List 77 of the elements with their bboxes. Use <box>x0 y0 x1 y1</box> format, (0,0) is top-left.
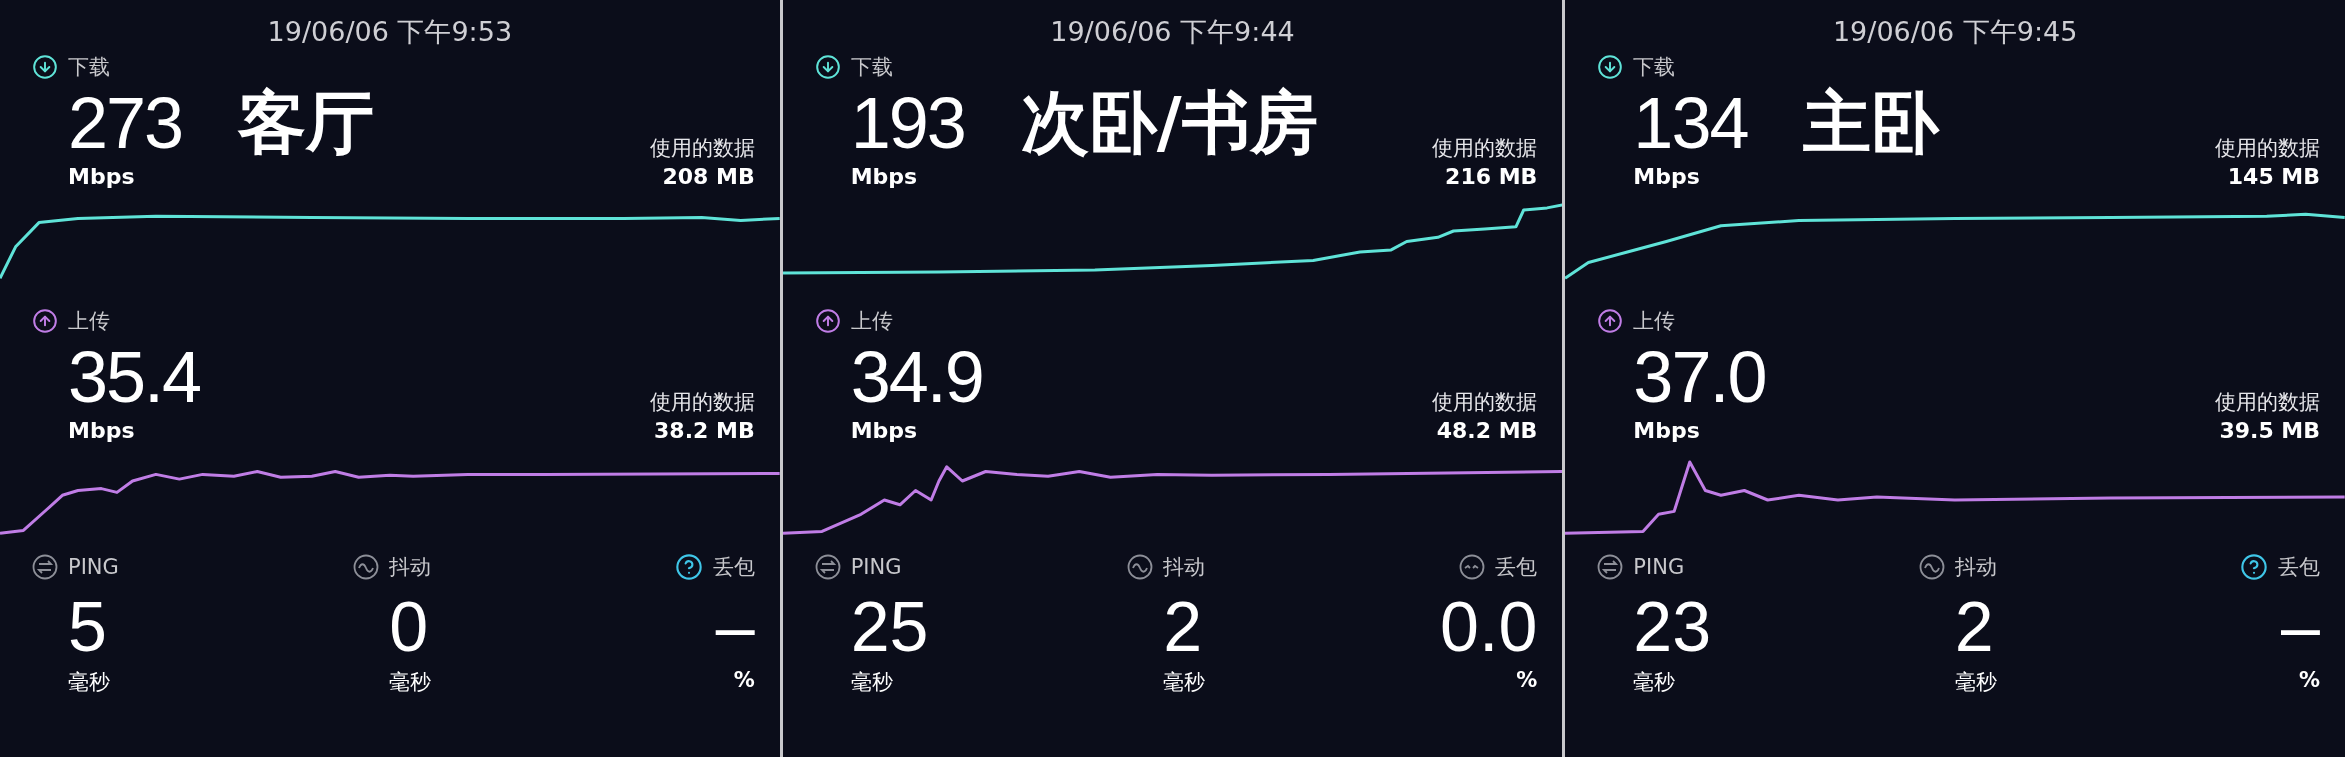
stat-label: 抖动 <box>1954 554 1997 581</box>
speed-value: 34.9 <box>850 341 983 413</box>
stat-unit: 毫秒 <box>389 669 433 696</box>
stat-value: 0 <box>389 592 430 662</box>
section-label: 上传 <box>68 308 110 335</box>
stat-label: 丢包 <box>712 554 755 581</box>
speed-value: 193 <box>850 87 965 159</box>
stat-label: 抖动 <box>1163 554 1206 581</box>
stat-value: 2 <box>1954 592 1995 662</box>
speed-unit: Mbps <box>850 418 918 443</box>
data-used-label: 使用的数据 <box>649 135 755 162</box>
ping-icon <box>1597 554 1624 580</box>
data-used-value: 208 MB <box>662 164 755 189</box>
data-used-value: 38.2 MB <box>654 418 755 443</box>
stat-unit: % <box>2298 668 2320 692</box>
stat-value: 0.0 <box>1440 592 1538 662</box>
section-label: 下载 <box>850 54 893 81</box>
data-used-label: 使用的数据 <box>649 389 755 416</box>
ping-icon <box>32 554 58 580</box>
help-icon <box>674 553 703 581</box>
speed-value: 37.0 <box>1633 341 1766 413</box>
section-label: 上传 <box>850 308 893 335</box>
upload-icon <box>814 308 841 334</box>
stat-value: 23 <box>1633 592 1713 662</box>
stat-unit: % <box>1516 668 1538 692</box>
download-icon <box>1597 54 1624 80</box>
room-title: 次卧/书房 <box>1020 89 1318 157</box>
data-used-value: 48.2 MB <box>1436 418 1538 443</box>
section-label: 下载 <box>68 54 110 81</box>
data-used-value: 145 MB <box>2227 164 2320 189</box>
speed-unit: Mbps <box>68 418 135 443</box>
stat-value: 2 <box>1163 592 1204 662</box>
upload-icon <box>1597 308 1624 334</box>
stat-unit: 毫秒 <box>1954 669 1998 696</box>
stat-unit: 毫秒 <box>1633 669 1677 696</box>
data-used-label: 使用的数据 <box>2215 389 2320 416</box>
stat-unit: 毫秒 <box>68 669 111 696</box>
download-icon <box>32 54 58 80</box>
speed-unit: Mbps <box>68 164 135 189</box>
wave-icon <box>1918 554 1945 580</box>
stat-unit: 毫秒 <box>850 669 894 696</box>
section-label: 下载 <box>1633 54 1676 81</box>
upload-icon <box>32 308 58 334</box>
stat-label: 丢包 <box>2278 554 2320 581</box>
stat-value: – <box>715 592 755 662</box>
stat-unit: 毫秒 <box>1163 669 1207 696</box>
speed-unit: Mbps <box>1633 418 1700 443</box>
data-used-label: 使用的数据 <box>1432 389 1538 416</box>
speed-value: 134 <box>1633 87 1748 159</box>
stat-label: PING <box>850 555 902 579</box>
section-label: 上传 <box>1633 308 1676 335</box>
speed-value: 273 <box>68 87 183 159</box>
stat-value: – <box>2281 592 2320 662</box>
speed-value: 35.4 <box>68 341 201 413</box>
timestamp: 19/06/06 下午9:53 <box>267 15 513 49</box>
stat-label: 抖动 <box>389 554 432 581</box>
timestamp: 19/06/06 下午9:44 <box>1050 15 1295 49</box>
data-used-value: 216 MB <box>1445 164 1538 189</box>
data-used-label: 使用的数据 <box>2215 135 2320 162</box>
stat-label: PING <box>68 555 119 579</box>
ping-icon <box>814 554 841 580</box>
download-icon <box>814 54 841 80</box>
timestamp: 19/06/06 下午9:45 <box>1832 15 2078 49</box>
stat-value: 25 <box>850 592 930 662</box>
data-used-label: 使用的数据 <box>1432 135 1538 162</box>
wave-icon <box>353 554 380 580</box>
stat-value: 5 <box>68 592 108 662</box>
stat-unit: % <box>733 668 755 692</box>
speed-unit: Mbps <box>850 164 918 189</box>
wave-icon <box>1127 554 1154 580</box>
stat-label: PING <box>1633 555 1685 579</box>
room-title: 客厅 <box>238 89 375 157</box>
stat-label: 丢包 <box>1495 554 1538 581</box>
loss-icon <box>1459 554 1486 580</box>
speed-unit: Mbps <box>1633 164 1700 189</box>
help-icon <box>2240 553 2268 581</box>
data-used-value: 39.5 MB <box>2219 418 2320 443</box>
